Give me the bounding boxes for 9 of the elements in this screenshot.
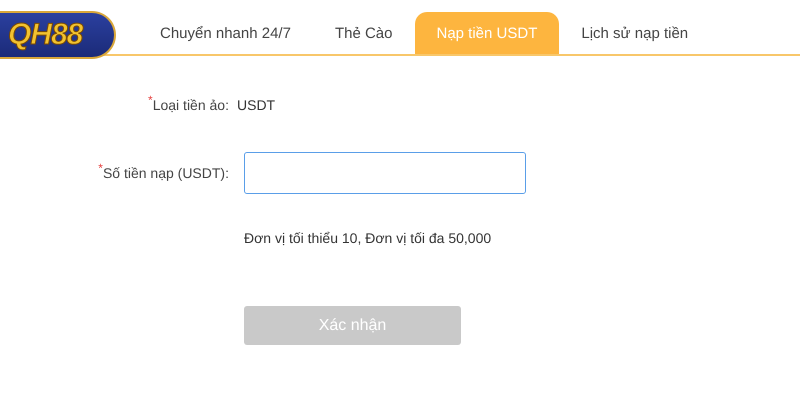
field-label: $^{*}$Số tiền nạp (USDT):	[97, 165, 230, 181]
tab[interactable]: Lịch sử nạp tiền	[559, 12, 710, 54]
logo: QH88	[0, 11, 116, 59]
field-label: $^{*}$Loại tiền ảo:	[147, 97, 230, 113]
amount-input[interactable]	[244, 152, 526, 194]
field-value: USDT	[237, 97, 276, 113]
hint-text: Đơn vị tối thiểu 10, Đơn vị tối đa 50,000	[244, 230, 492, 246]
tab[interactable]: Chuyển nhanh 24/7	[138, 12, 313, 54]
tab[interactable]: Thẻ Cào	[312, 12, 414, 54]
